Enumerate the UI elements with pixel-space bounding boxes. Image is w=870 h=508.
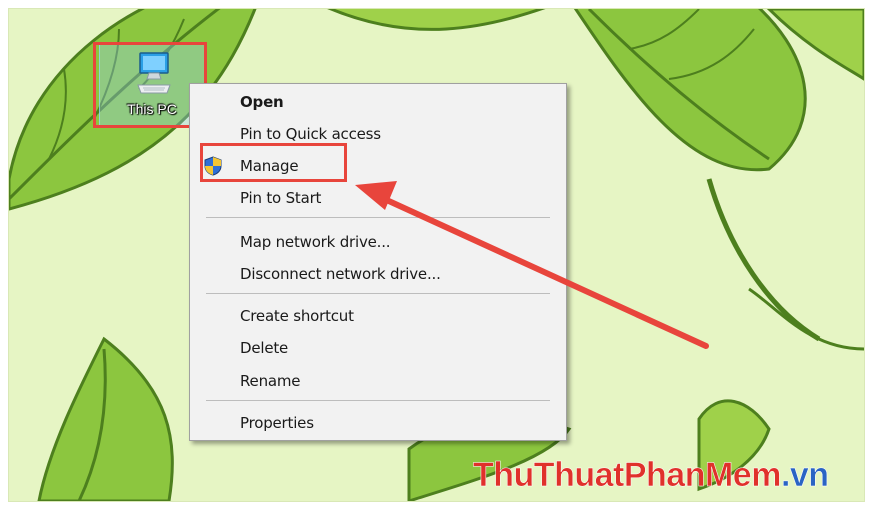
annotation-arrow-icon <box>355 181 709 349</box>
watermark-part3: .vn <box>780 456 830 495</box>
watermark: ThuThuatPhanMem.vn <box>473 456 830 495</box>
watermark-part2: PhanMem <box>623 456 782 495</box>
watermark-part1: ThuThuat <box>473 456 625 495</box>
screenshot: This PC Open Pin to Quick access Manage … <box>0 0 870 508</box>
